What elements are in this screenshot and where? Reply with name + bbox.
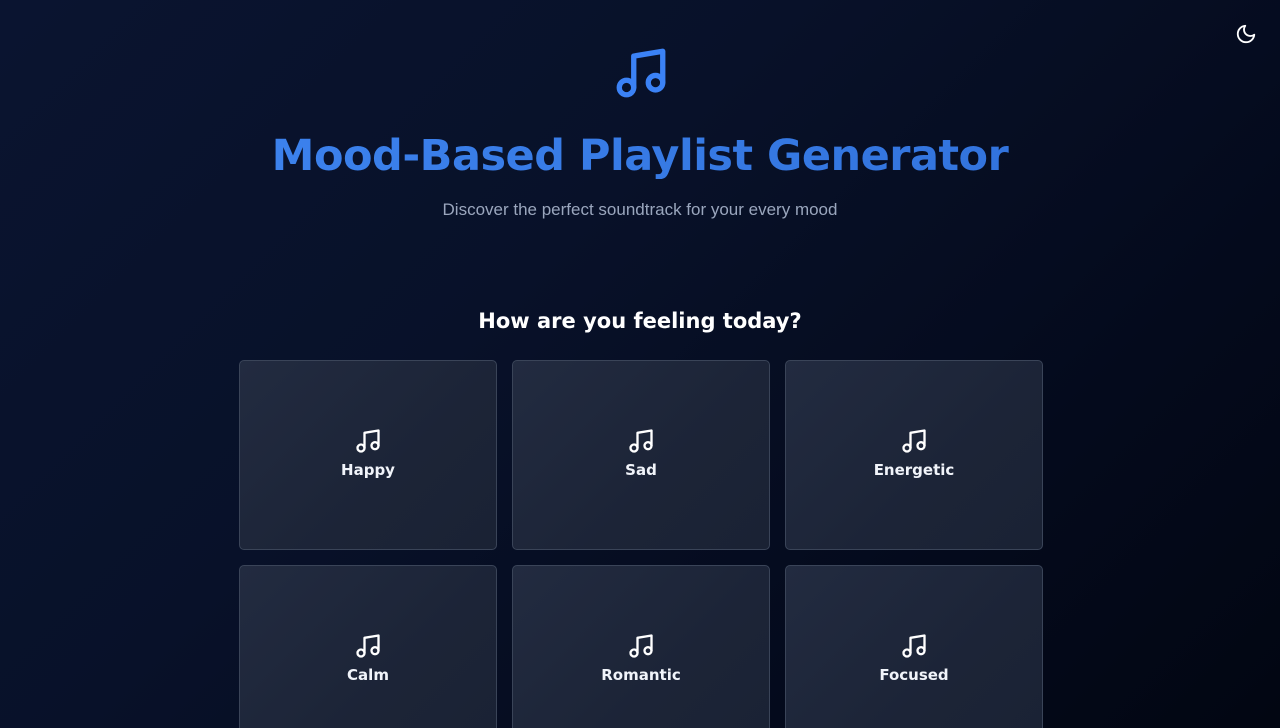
mood-card-romantic[interactable]: Romantic (512, 565, 770, 728)
music-note-icon (629, 634, 653, 658)
mood-card-energetic[interactable]: Energetic (785, 360, 1043, 550)
music-note-icon (902, 634, 926, 658)
mood-card-calm[interactable]: Calm (239, 565, 497, 728)
mood-label: Sad (625, 461, 657, 479)
moon-icon (1236, 24, 1256, 44)
mood-grid: Happy Sad Energetic Calm Romantic Focuse… (239, 360, 1044, 728)
music-note-icon (356, 429, 380, 453)
theme-toggle-button[interactable] (1234, 22, 1258, 46)
mood-label: Happy (341, 461, 395, 479)
music-note-icon (616, 48, 666, 98)
music-note-icon (629, 429, 653, 453)
mood-label: Romantic (601, 666, 681, 684)
mood-label: Focused (879, 666, 949, 684)
music-note-icon (356, 634, 380, 658)
mood-card-sad[interactable]: Sad (512, 360, 770, 550)
mood-card-happy[interactable]: Happy (239, 360, 497, 550)
mood-label: Energetic (873, 461, 955, 479)
page-subtitle: Discover the perfect soundtrack for your… (442, 200, 838, 219)
mood-card-focused[interactable]: Focused (785, 565, 1043, 728)
music-note-icon (902, 429, 926, 453)
mood-question: How are you feeling today? (478, 309, 802, 333)
mood-label: Calm (347, 666, 389, 684)
page-title: Mood-Based Playlist Generator (0, 131, 1280, 181)
